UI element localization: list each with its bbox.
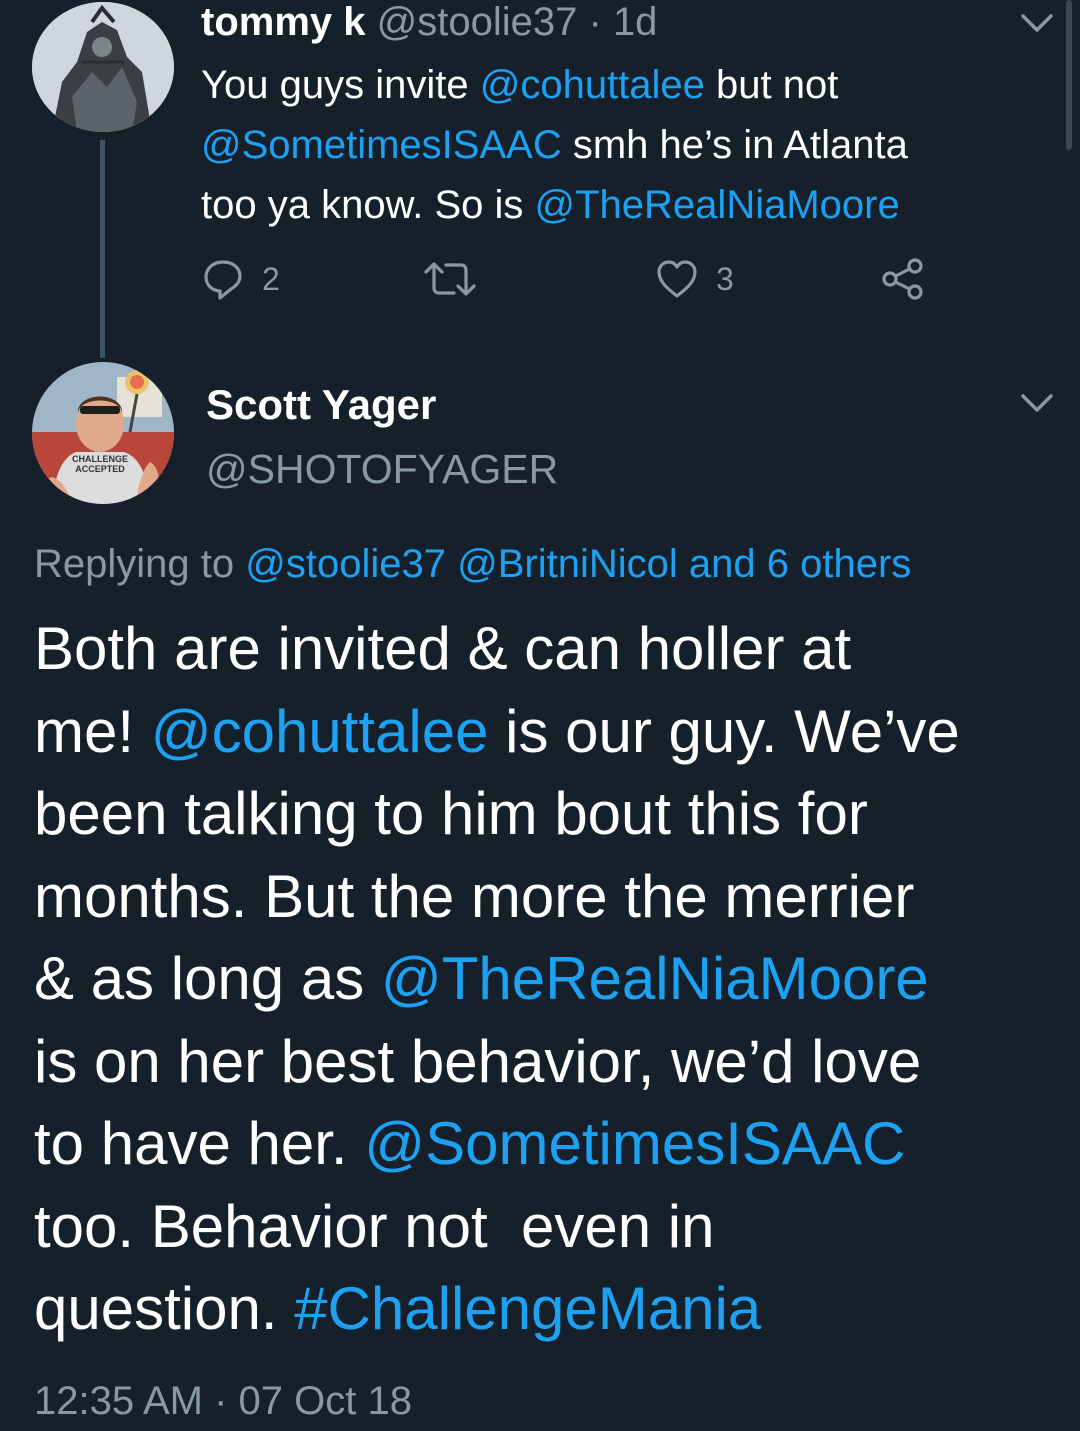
text-span: but not [704,63,839,107]
text-span: smh he’s in Atlanta [561,123,908,167]
tweet-line: question. #ChallengeMania [34,1268,1044,1351]
handle[interactable]: @stoolie37 [377,0,578,44]
mention-link[interactable]: @cohuttalee [151,698,489,765]
reply-count: 2 [262,260,280,297]
hashtag-link[interactable]: #ChallengeMania [294,1275,761,1342]
share-button[interactable] [880,256,926,302]
replying-to: Replying to @stoolie37 @BritniNicol and … [34,540,911,588]
mention-link[interactable]: @SometimesISAAC [364,1110,905,1177]
text-span: question. [34,1275,295,1342]
tweet-line: is on her best behavior, we’d love [34,1027,922,1095]
tweet-line: too. Behavior not even in [34,1192,715,1260]
like-icon [657,260,697,298]
text-span: & as long as [34,945,381,1012]
mention-link[interactable]: @cohuttalee [480,63,705,107]
tweet-line: to have her. @SometimesISAAC [34,1103,1044,1186]
thread-line [100,140,105,358]
retweet-icon [424,262,476,296]
replying-label: Replying to [34,542,246,586]
tweet-text: Both are invited & can holler at me! @co… [34,608,1044,1351]
like-count: 3 [716,260,734,297]
text-span: too ya know. So is [201,183,535,227]
tweet-line: You guys invite @cohuttalee but not [201,55,1041,115]
tweet-line: been talking to him bout this for [34,780,868,847]
mention-link[interactable]: @TheRealNiaMoore [381,945,929,1012]
svg-text:ACCEPTED: ACCEPTED [75,464,125,474]
handle[interactable]: @SHOTOFYAGER [206,446,558,492]
tweet-line: too ya know. So is @TheRealNiaMoore [201,175,1041,235]
like-button[interactable]: 3 [654,256,734,302]
tweet-header: tommy k @stoolie37 · 1d [201,0,657,44]
retweet-button[interactable] [422,256,478,302]
text-span: me! [34,697,151,765]
tweet-line: months. But the more the merrier [34,862,915,930]
tweet-age[interactable]: 1d [613,0,658,44]
reply-icon [204,260,242,300]
tweet-line: Both are invited & can holler at [34,615,852,682]
reply-button[interactable]: 2 [200,256,280,302]
mention-link[interactable]: @TheRealNiaMoore [535,183,900,227]
tweet-line: me! @cohuttalee is our guy. We’ve [34,691,1044,774]
tweet-line: @SometimesISAAC smh he’s in Atlanta [201,115,1041,175]
mention-link[interactable]: @BritniNicol [457,542,678,586]
display-name[interactable]: tommy k [201,0,366,44]
chevron-down-icon[interactable] [1017,388,1057,418]
scrollbar[interactable] [1066,0,1072,150]
avatar[interactable]: CHALLENGE ACCEPTED [32,362,174,504]
share-icon [882,258,923,300]
text-span: is our guy. We’ve [488,697,960,765]
others-link[interactable]: and 6 others [689,542,911,586]
text-span: You guys invite [201,63,480,107]
timestamp[interactable]: 12:35 AM · 07 Oct 18 [34,1376,412,1426]
tweet-text: You guys invite @cohuttalee but not @Som… [201,55,1041,235]
avatar[interactable] [32,2,174,132]
separator: · [588,0,602,44]
text-span: to have her. [34,1110,365,1177]
avatar-image: CHALLENGE ACCEPTED [32,362,174,504]
chevron-down-icon[interactable] [1017,8,1057,38]
tweet-line: & as long as @TheRealNiaMoore [34,938,1044,1021]
display-name[interactable]: Scott Yager [206,382,436,428]
svg-text:CHALLENGE: CHALLENGE [72,454,128,464]
mention-link[interactable]: @stoolie37 [245,542,446,586]
mention-link[interactable]: @SometimesISAAC [201,123,562,167]
avatar-image [32,2,174,132]
